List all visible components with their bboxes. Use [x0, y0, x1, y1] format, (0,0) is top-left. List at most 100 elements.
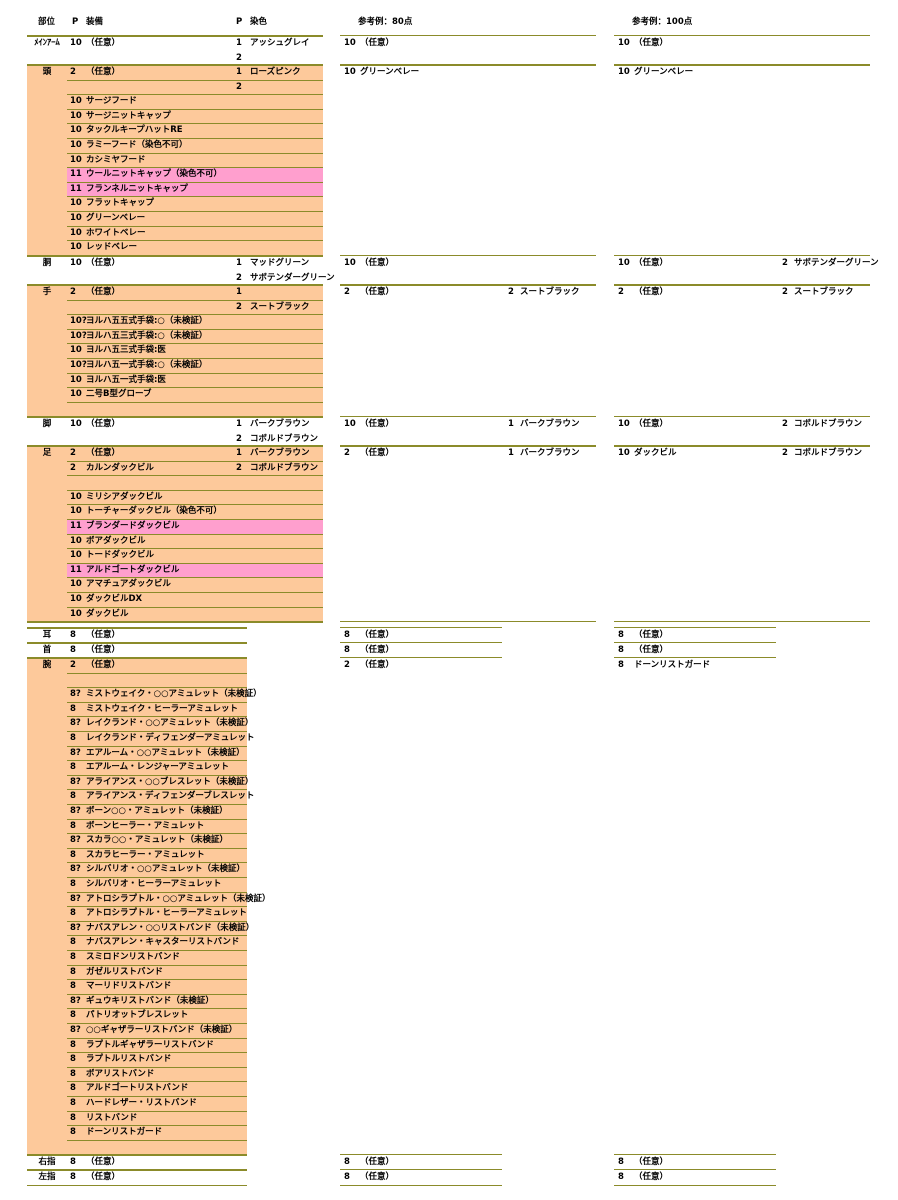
- part-cell-bg: [27, 65, 67, 255]
- row-divider: [67, 138, 323, 139]
- equip-p: 8?: [70, 806, 81, 816]
- section-top-line: [27, 255, 323, 257]
- equip-name: ナバスアレン・キャスターリストバンド: [86, 937, 240, 948]
- equip-p: 8: [70, 1039, 76, 1050]
- row-divider: [67, 1052, 247, 1054]
- equip-name: アトロシラプトル・ヒーラーアミュレット: [86, 908, 247, 919]
- row-divider: [67, 401, 323, 403]
- row-divider: [67, 1139, 247, 1141]
- equip-p: 8: [70, 820, 76, 831]
- equip-name: アトロシラプトル・○○アミュレット（未検証）: [86, 893, 271, 904]
- ref-dye-name: コボルドブラウン: [794, 419, 863, 429]
- row-divider: [67, 789, 247, 791]
- section-bottom-line: [27, 1184, 247, 1187]
- row-divider: [67, 877, 247, 878]
- row-divider: [67, 123, 323, 125]
- equip-name: トードダックビル: [86, 550, 155, 561]
- ref-p: 8: [344, 1157, 350, 1167]
- equip-p: 8: [70, 1157, 76, 1167]
- equip-name: アライアンス・○○ブレスレット（未検証）: [86, 776, 254, 787]
- equip-p: 8: [70, 1068, 76, 1079]
- equip-p: 8: [70, 966, 76, 977]
- equip-name: ボアリストバンド: [86, 1068, 155, 1079]
- equip-name: ボアダックビル: [86, 535, 146, 546]
- dye-name: コボルドブラウン: [250, 433, 319, 444]
- equip-name: ドーンリストガード: [86, 1127, 163, 1138]
- equip-name: （任意）: [86, 448, 121, 458]
- equip-name: ギュウキリストバンド（未検証）: [86, 995, 214, 1006]
- equip-p: 8: [70, 1127, 76, 1138]
- ref-p: 10: [618, 67, 630, 77]
- ref-p: 10: [618, 258, 630, 268]
- equip-p: 8: [70, 981, 76, 992]
- equip-name: トーチャーダックビル（染色不可）: [86, 506, 222, 517]
- part-label-ears: 耳: [42, 630, 52, 640]
- row-divider: [67, 519, 323, 520]
- section-bottom-line: [27, 621, 323, 623]
- equip-name: ダックビル: [86, 608, 129, 619]
- equip-p: 8: [70, 1172, 76, 1182]
- equip-name: グリーンベレー: [86, 213, 146, 223]
- ref-dye-p: 1: [508, 448, 514, 458]
- equip-p: 10: [70, 594, 82, 604]
- header-dye: 染色: [250, 17, 268, 27]
- ref-p: 10: [618, 419, 630, 429]
- row-divider: [67, 328, 323, 330]
- ref-p: 8: [618, 1157, 624, 1167]
- dye-p: 2: [236, 301, 242, 312]
- ref-bottom-line: [614, 1184, 776, 1186]
- equip-p: 2: [70, 448, 76, 458]
- equip-p: 8?: [70, 1025, 81, 1035]
- row-divider: [67, 672, 247, 674]
- row-divider: [67, 548, 323, 550]
- ref-p: 2: [344, 660, 350, 670]
- section-top-line: [27, 416, 323, 418]
- equip-name: サージフード: [86, 96, 137, 107]
- equip-name: （任意）: [86, 67, 121, 77]
- ref-name: グリーンベレー: [360, 67, 420, 77]
- equip-p: 10: [70, 125, 82, 136]
- row-divider: [67, 79, 323, 81]
- row-divider: [67, 1081, 247, 1083]
- equip-p: 10: [70, 345, 82, 356]
- equip-name: レッドベレー: [86, 242, 138, 253]
- row-divider: [67, 343, 323, 345]
- part-cell-bg: [27, 446, 67, 622]
- equip-p: 8: [70, 1083, 76, 1094]
- ref-name: （任意）: [634, 1157, 669, 1167]
- ref-dye-name: スートブラック: [794, 287, 854, 297]
- row-divider: [67, 240, 323, 242]
- part-label-head: 頭: [42, 67, 52, 77]
- equip-p: 8: [70, 1054, 76, 1065]
- row-divider: [67, 1125, 247, 1127]
- header-equip: 装備: [86, 17, 104, 27]
- row-divider: [67, 993, 247, 995]
- ref-bottom-line: [340, 621, 596, 623]
- ref-p: 8: [618, 1172, 624, 1182]
- equip-p: 10: [70, 506, 82, 517]
- equip-name: アルドゴートダックビル: [86, 564, 180, 575]
- part-cell-bg: [27, 285, 67, 417]
- dye-p: 2: [236, 52, 242, 63]
- ref-p: 8: [618, 630, 624, 640]
- equip-name: ミストウェイク・○○アミュレット（未検証）: [86, 689, 262, 700]
- equip-p: 8?: [70, 835, 81, 846]
- equip-name: （任意）: [86, 287, 121, 297]
- ref-dye-p: 1: [508, 419, 514, 429]
- part-label-main: ﾒｲﾝｱｰﾑ: [34, 38, 60, 48]
- equip-p: 8: [70, 733, 76, 743]
- equip-p: 10: [70, 154, 82, 165]
- equip-p: 10: [70, 110, 82, 121]
- equip-name: （任意）: [86, 1157, 121, 1167]
- equip-name: ウールニットキャップ（染色不可）: [86, 169, 223, 180]
- equip-name: ヨルハ五三式手袋:○（未検証）: [86, 330, 208, 341]
- dye-name: バークブラウン: [250, 419, 310, 429]
- equip-name: ヨルハ五三式手袋:医: [86, 345, 166, 356]
- ref-p: 10: [618, 38, 630, 48]
- equip-name: （任意）: [86, 1172, 121, 1182]
- ref-name: （任意）: [634, 287, 669, 297]
- dye-name: マッドグリーン: [250, 258, 310, 268]
- equip-p: 10: [70, 38, 82, 48]
- dye-p: 1: [236, 419, 242, 429]
- equip-p: 8: [70, 908, 76, 919]
